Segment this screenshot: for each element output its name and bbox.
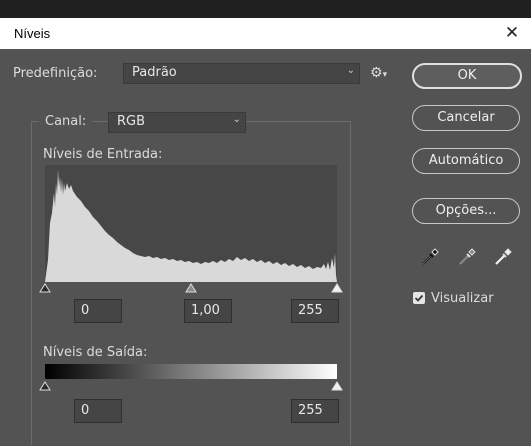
white-eyedropper-icon[interactable]: [493, 247, 513, 267]
channel-dropdown[interactable]: RGB ⌄: [108, 112, 246, 133]
output-levels-label: Níveis de Saída:: [43, 345, 148, 360]
channel-value: RGB: [117, 114, 146, 129]
output-black-field[interactable]: 0: [74, 399, 122, 423]
options-button[interactable]: Opções...: [412, 198, 520, 224]
input-white-field[interactable]: 255: [291, 299, 339, 323]
dialog-title: Níveis: [14, 26, 51, 41]
chevron-down-icon: ⌄: [232, 114, 241, 125]
output-black-value: 0: [81, 403, 90, 418]
input-white-value: 255: [298, 303, 323, 318]
preset-label: Predefinição:: [13, 66, 98, 81]
levels-dialog: Níveis ✕ Predefinição: Padrão ⌄ ⚙▾ OK Ca…: [0, 0, 531, 446]
output-white-field[interactable]: 255: [291, 399, 339, 423]
output-white-value: 255: [298, 403, 323, 418]
histogram-graph: [45, 170, 337, 282]
channel-label: Canal:: [39, 114, 93, 129]
input-gamma-value: 1,00: [191, 303, 220, 318]
input-levels-label: Níveis de Entrada:: [43, 147, 163, 162]
title-bar: Níveis ✕: [0, 18, 531, 49]
preview-checkbox[interactable]: [413, 292, 425, 304]
close-icon[interactable]: ✕: [501, 22, 523, 44]
input-black-value: 0: [81, 303, 90, 318]
cancel-button[interactable]: Cancelar: [412, 105, 520, 131]
histogram: [45, 165, 337, 282]
ok-button[interactable]: OK: [412, 63, 522, 89]
input-gamma-slider[interactable]: [185, 283, 197, 293]
input-white-slider[interactable]: [331, 283, 343, 293]
gray-eyedropper-icon[interactable]: [457, 247, 477, 267]
output-gradient: [45, 364, 337, 379]
gear-icon[interactable]: ⚙▾: [370, 65, 387, 81]
black-eyedropper-icon[interactable]: [420, 247, 440, 267]
output-white-slider[interactable]: [331, 381, 343, 391]
preset-value: Padrão: [132, 65, 177, 80]
check-icon: [414, 294, 424, 302]
preset-dropdown[interactable]: Padrão ⌄: [123, 63, 360, 84]
input-black-field[interactable]: 0: [74, 299, 122, 323]
output-black-slider[interactable]: [39, 381, 51, 391]
input-black-slider[interactable]: [39, 283, 51, 293]
preview-label: Visualizar: [431, 291, 494, 306]
input-gamma-field[interactable]: 1,00: [184, 299, 232, 323]
auto-button[interactable]: Automático: [412, 148, 520, 174]
chevron-down-icon: ⌄: [346, 65, 355, 76]
dialog-body: Predefinição: Padrão ⌄ ⚙▾ OK Cancelar Au…: [0, 49, 531, 446]
